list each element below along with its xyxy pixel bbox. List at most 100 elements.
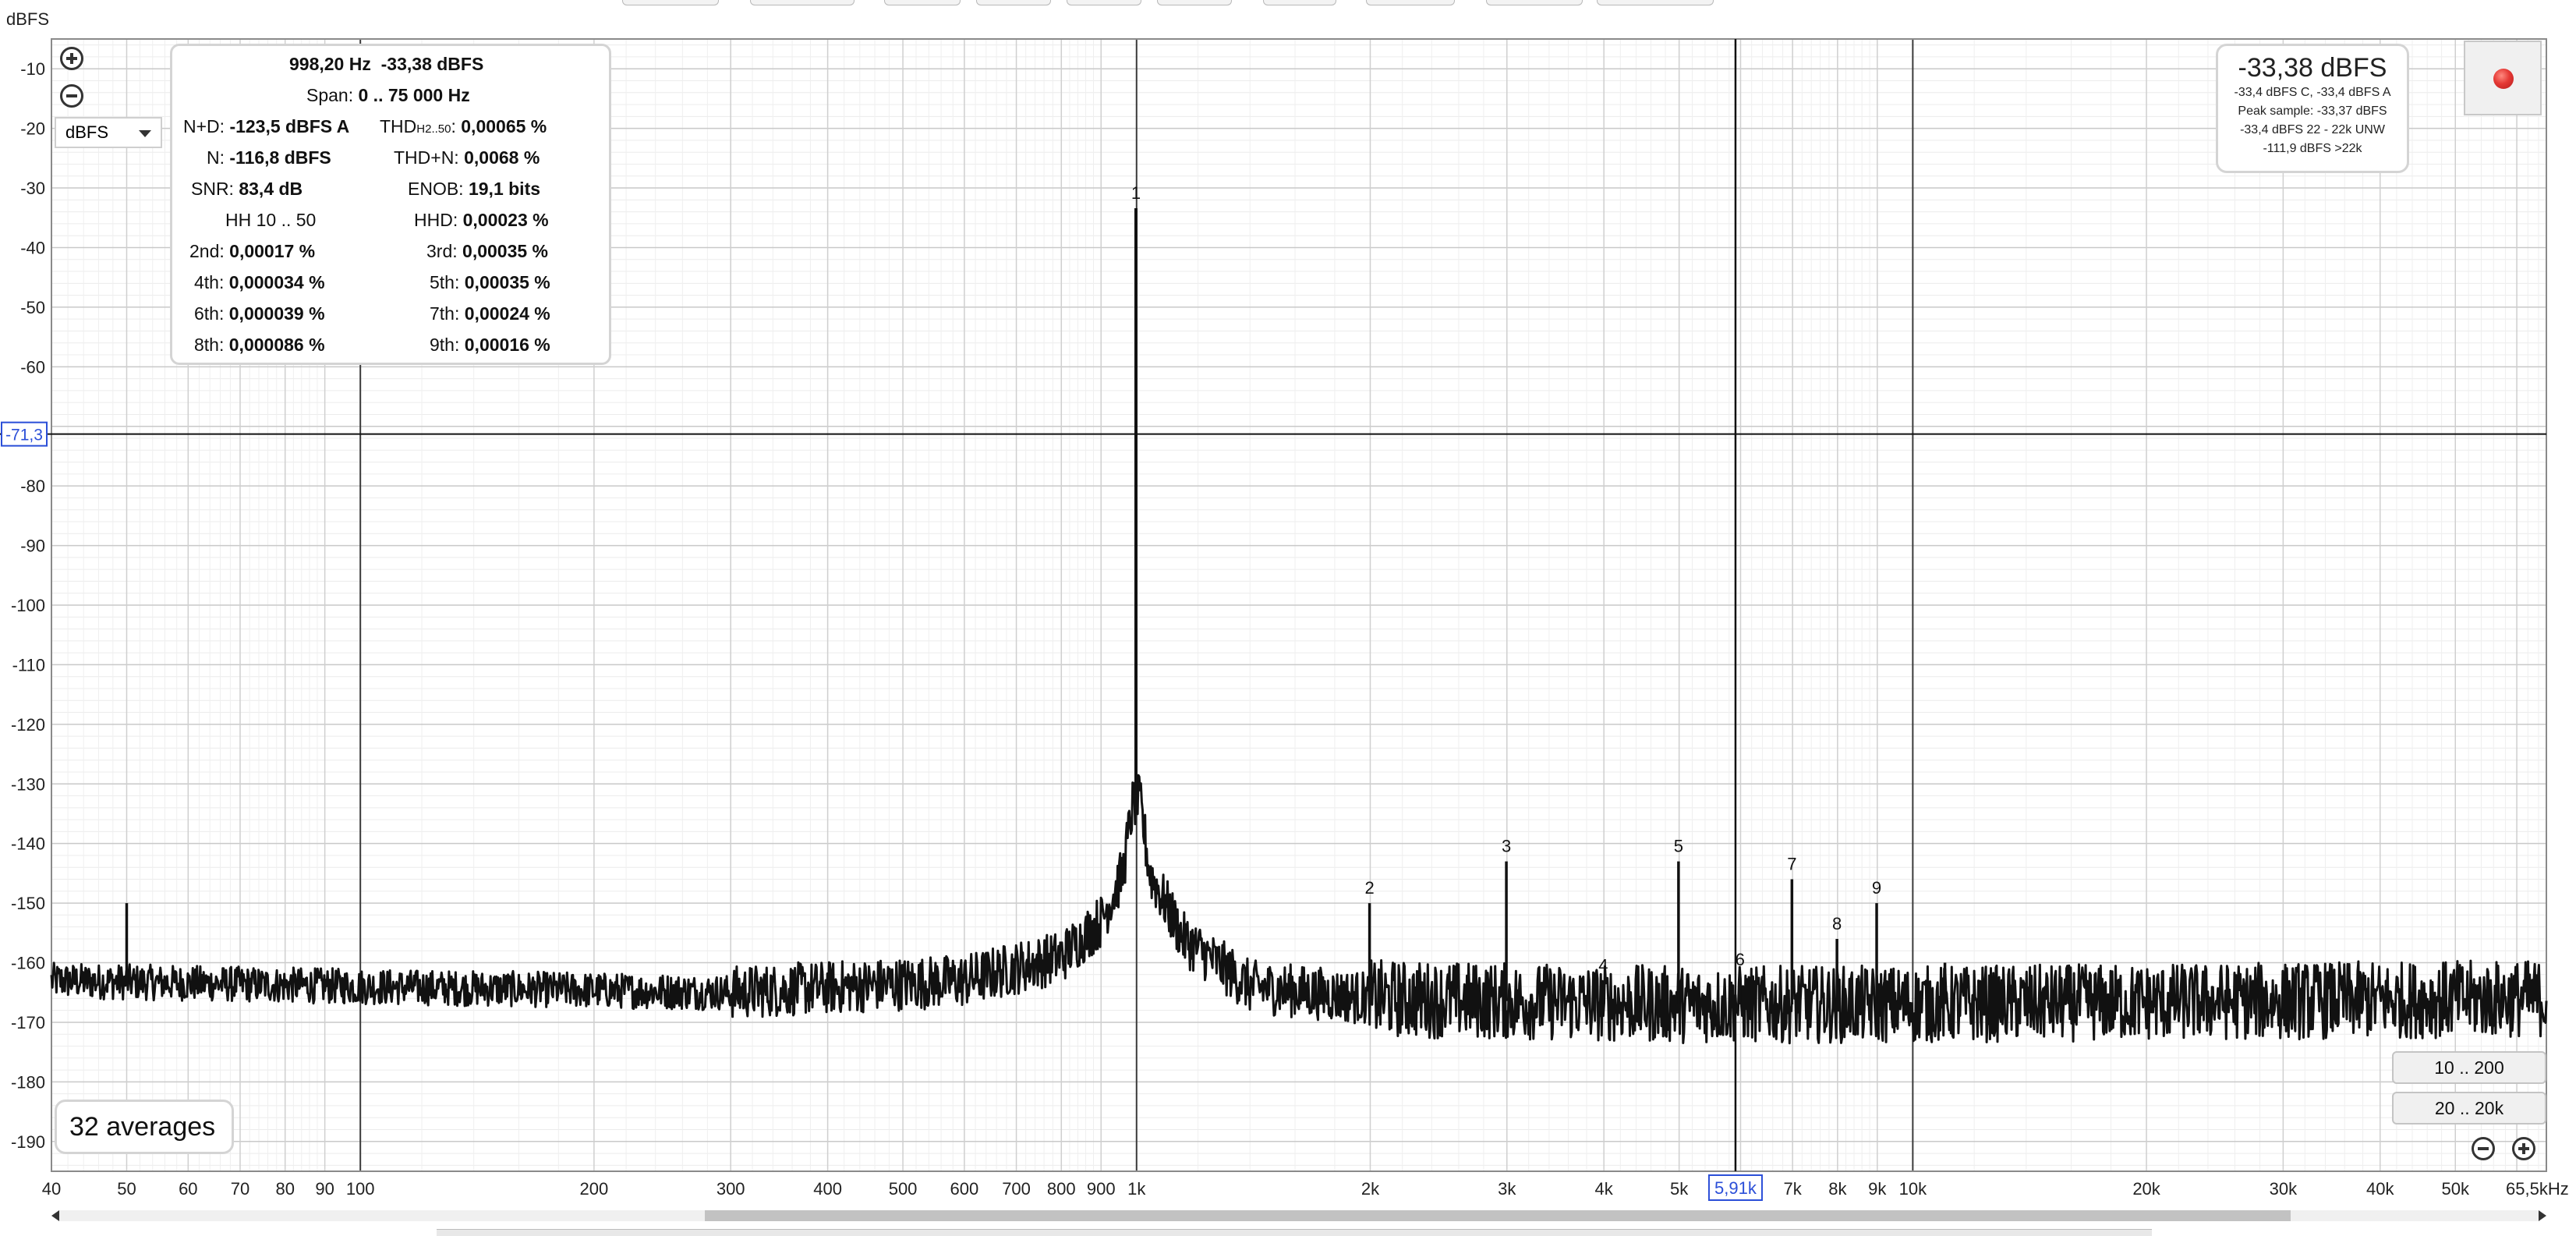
- x-tick-label: 400: [813, 1179, 842, 1199]
- y-tick-label: -150: [11, 894, 45, 913]
- spectrum-analyzer-window: -10 -20 -30 -40 -50 -60 -80 -90 -100 -110 -120 -130…: [0, 0, 2576, 1236]
- x-tick-label: 300: [717, 1179, 745, 1199]
- zoom-in-horizontal-icon[interactable]: [2512, 1137, 2535, 1160]
- noise-label: N:: [207, 147, 225, 168]
- thdn-value: 0,0068 %: [464, 147, 540, 168]
- x-axis-labels: 40 50 60 70 80 90 100 200 300 400 500 600 700 800 900 1…: [42, 1179, 2470, 1199]
- scroll-thumb[interactable]: [705, 1210, 2291, 1221]
- x-tick-label: 50: [117, 1179, 136, 1199]
- h4-label: 4th:: [194, 272, 225, 292]
- range-20-20k-button[interactable]: 20 .. 20k: [2392, 1092, 2546, 1124]
- thd-value: 0,00065 %: [461, 116, 547, 136]
- record-button[interactable]: [2464, 41, 2542, 115]
- level-meter-box: -33,38 dBFS -33,4 dBFS C, -33,4 dBFS A P…: [2216, 44, 2409, 173]
- x-tick-label: 20k: [2132, 1179, 2160, 1199]
- h8-value: 0,000086 %: [228, 335, 325, 355]
- unweighted-readout: -33,4 dBFS 22 - 22k UNW: [2240, 123, 2385, 136]
- h5-value: 0,00035 %: [464, 272, 550, 292]
- y-tick-label: -100: [11, 596, 45, 615]
- x-unit-suffix-label: 65,5kHz: [2506, 1179, 2569, 1199]
- peak-label: 4: [1598, 955, 1608, 975]
- enob-value: 19,1 bits: [468, 179, 541, 199]
- y-tick-label: -10: [20, 59, 45, 79]
- range-10-200-button[interactable]: 10 .. 200: [2392, 1051, 2546, 1084]
- h4-value: 0,000034 %: [228, 272, 325, 292]
- zoom-in-vertical-icon[interactable]: [60, 47, 83, 70]
- zoom-out-vertical-icon[interactable]: [60, 84, 83, 108]
- nd-label: N+D:: [183, 116, 225, 136]
- x-tick-label: 40k: [2366, 1179, 2394, 1199]
- fundamental-level: -33,38 dBFS: [380, 54, 484, 74]
- h9-value: 0,00016 %: [464, 335, 550, 355]
- x-tick-label: 600: [950, 1179, 979, 1199]
- y-tick-label: -180: [11, 1072, 45, 1092]
- x-tick-label: 700: [1002, 1179, 1031, 1199]
- x-tick-label: 100: [346, 1179, 375, 1199]
- y-tick-label: -140: [11, 834, 45, 854]
- h7-value: 0,00024 %: [464, 303, 550, 324]
- y-tick-label: -30: [20, 179, 45, 198]
- peak-label: 6: [1736, 950, 1745, 969]
- chevron-down-icon: [139, 130, 151, 137]
- x-tick-label: 3k: [1498, 1179, 1516, 1199]
- y-tick-label: -170: [11, 1013, 45, 1032]
- x-tick-label: 500: [889, 1179, 918, 1199]
- h5-label: 5th:: [430, 272, 460, 292]
- snr-label: SNR:: [191, 179, 234, 199]
- record-icon: [2493, 69, 2514, 89]
- measurement-info-panel: 998,20 Hz -33,38 dBFS Span: 0 .. 75 000 …: [170, 44, 611, 365]
- x-tick-label: 40: [42, 1179, 61, 1199]
- x-tick-label: 7k: [1784, 1179, 1803, 1199]
- y-tick-label: -160: [11, 954, 45, 973]
- h9-label: 9th:: [430, 335, 460, 355]
- peak-label: 2: [1364, 878, 1374, 898]
- y-tick-label: -130: [11, 774, 45, 794]
- horizontal-scrollbar[interactable]: [51, 1204, 2546, 1226]
- peak-label: 7: [1787, 855, 1796, 874]
- peak-label: 1: [1131, 183, 1141, 203]
- h6-value: 0,000039 %: [228, 303, 325, 324]
- y-tick-label: -120: [11, 715, 45, 735]
- x-tick-label: 30k: [2270, 1179, 2298, 1199]
- y-axis-labels: -10 -20 -30 -40 -50 -60 -80 -90 -100 -110 -120 -130…: [11, 59, 45, 1152]
- y-tick-label: -50: [20, 298, 45, 317]
- x-tick-label: 10k: [1899, 1179, 1927, 1199]
- y-tick-label: -60: [20, 357, 45, 377]
- scroll-right-icon[interactable]: [2539, 1210, 2546, 1221]
- x-tick-label: 4k: [1595, 1179, 1614, 1199]
- unit-select[interactable]: dBFS: [55, 117, 162, 148]
- thd-label: THD: [380, 116, 417, 136]
- cursor-y-readout: -71,3: [5, 427, 43, 444]
- y-tick-label: -190: [11, 1132, 45, 1152]
- peak-sample-readout: Peak sample: -33,37 dBFS: [2238, 104, 2387, 118]
- h6-label: 6th:: [194, 303, 225, 324]
- snr-value: 83,4 dB: [239, 179, 303, 199]
- h7-label: 7th:: [430, 303, 460, 324]
- x-tick-label: 70: [231, 1179, 249, 1199]
- x-tick-label: 9k: [1868, 1179, 1887, 1199]
- zoom-out-horizontal-icon[interactable]: [2472, 1137, 2495, 1160]
- span-value: 0 .. 75 000 Hz: [358, 85, 470, 105]
- y-tick-label: -90: [20, 537, 45, 556]
- x-tick-label: 90: [315, 1179, 334, 1199]
- y-tick-label: -110: [12, 655, 45, 675]
- h3-label: 3rd:: [426, 241, 458, 261]
- peak-label: 9: [1872, 878, 1881, 898]
- thdn-label: THD+N:: [394, 147, 459, 168]
- y-tick-label: -80: [20, 476, 45, 496]
- fundamental-frequency: 998,20 Hz: [289, 54, 371, 74]
- scroll-left-icon[interactable]: [51, 1210, 59, 1221]
- cursor-x-readout: 5,91k: [1714, 1178, 1757, 1198]
- h2-label: 2nd:: [189, 241, 225, 261]
- enob-label: ENOB:: [408, 179, 464, 199]
- unit-select-value: dBFS: [65, 122, 109, 142]
- nd-value: -123,5 dBFS A: [229, 116, 350, 136]
- y-tick-label: -40: [20, 238, 45, 257]
- peak-label: 5: [1674, 837, 1683, 856]
- h2-value: 0,00017 %: [229, 241, 316, 261]
- y-tick-label: -20: [20, 119, 45, 139]
- averages-indicator: 32 averages: [55, 1100, 234, 1154]
- x-tick-label: 800: [1047, 1179, 1076, 1199]
- h8-label: 8th:: [194, 335, 225, 355]
- level-weighted-readout: -33,4 dBFS C, -33,4 dBFS A: [2234, 86, 2391, 99]
